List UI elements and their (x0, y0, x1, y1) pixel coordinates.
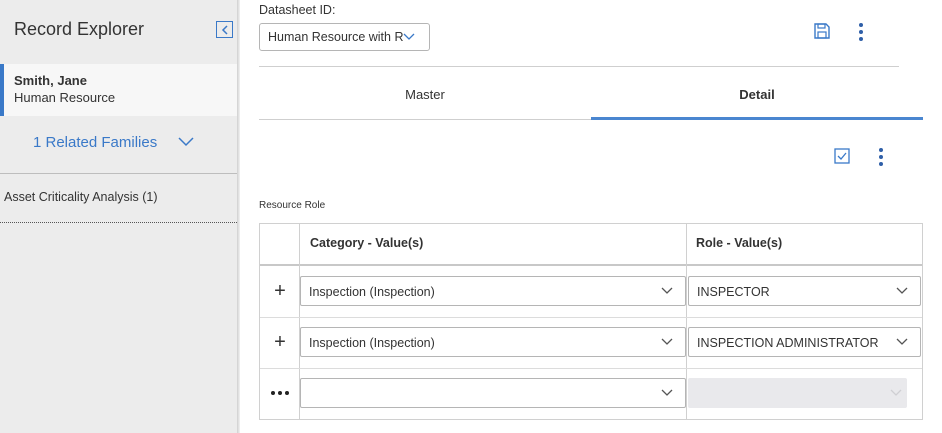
tab-bar: Master Detail (259, 80, 923, 120)
plus-icon: + (274, 330, 286, 353)
sidebar-title: Record Explorer (14, 19, 145, 39)
sidebar-item-asset-criticality[interactable]: Asset Criticality Analysis (1) (4, 190, 158, 204)
related-families-toggle[interactable]: 1 Related Families (33, 134, 157, 151)
record-name: Smith, Jane (14, 73, 87, 88)
add-row-button[interactable]: + (260, 327, 300, 357)
datasheet-select[interactable]: Human Resource with R (259, 23, 430, 51)
row-divider (260, 368, 922, 369)
checkbox-icon[interactable] (834, 148, 850, 164)
tab-detail[interactable]: Detail (591, 80, 923, 120)
chevron-down-icon (896, 338, 908, 345)
category-value: Inspection (Inspection) (309, 336, 435, 350)
datasheet-select-value: Human Resource with R (268, 30, 404, 44)
chevron-down-icon[interactable] (178, 137, 194, 147)
plus-icon: + (274, 279, 286, 302)
row-divider (260, 317, 922, 318)
column-header-category[interactable]: Category - Value(s) (300, 224, 686, 266)
column-header-role[interactable]: Role - Value(s) (686, 224, 922, 266)
collapse-panel-button[interactable] (216, 21, 233, 38)
record-family: Human Resource (14, 90, 116, 105)
grid-action-header (260, 224, 300, 266)
role-select-disabled (688, 378, 907, 408)
chevron-down-icon (661, 389, 673, 396)
tab-master[interactable]: Master (259, 80, 591, 120)
chevron-down-icon (896, 287, 908, 294)
resource-role-grid: Category - Value(s) Role - Value(s) + In… (259, 223, 923, 420)
section-title: Resource Role (259, 200, 326, 211)
category-select[interactable]: Inspection (Inspection) (300, 327, 686, 357)
column-divider (686, 224, 687, 419)
role-value: INSPECTION ADMINISTRATOR (697, 336, 879, 350)
sidebar-edge (237, 0, 240, 433)
category-value: Inspection (Inspection) (309, 285, 435, 299)
ellipsis-icon (271, 391, 289, 395)
chevron-down-icon (403, 33, 415, 40)
selected-record-card[interactable]: Smith, Jane Human Resource (0, 64, 239, 116)
role-select[interactable]: INSPECTION ADMINISTRATOR (688, 327, 921, 357)
category-select[interactable] (300, 378, 686, 408)
category-select[interactable]: Inspection (Inspection) (300, 276, 686, 306)
record-explorer-sidebar: Record Explorer Smith, Jane Human Resour… (0, 0, 239, 433)
add-row-button[interactable]: + (260, 276, 300, 306)
chevron-down-icon (661, 287, 673, 294)
dotted-separator (0, 222, 239, 223)
header-divider (259, 66, 899, 67)
collapse-panel-icon (221, 24, 228, 35)
role-value: INSPECTOR (697, 285, 770, 299)
sidebar-divider (0, 173, 239, 174)
row-options-button[interactable] (260, 378, 300, 408)
datasheet-label: Datasheet ID: (259, 3, 336, 17)
chevron-down-icon (661, 338, 673, 345)
role-select[interactable]: INSPECTOR (688, 276, 921, 306)
kebab-menu-icon[interactable] (878, 148, 884, 166)
kebab-menu-icon[interactable] (858, 23, 864, 41)
save-icon[interactable] (813, 22, 831, 40)
chevron-down-icon (890, 389, 902, 396)
